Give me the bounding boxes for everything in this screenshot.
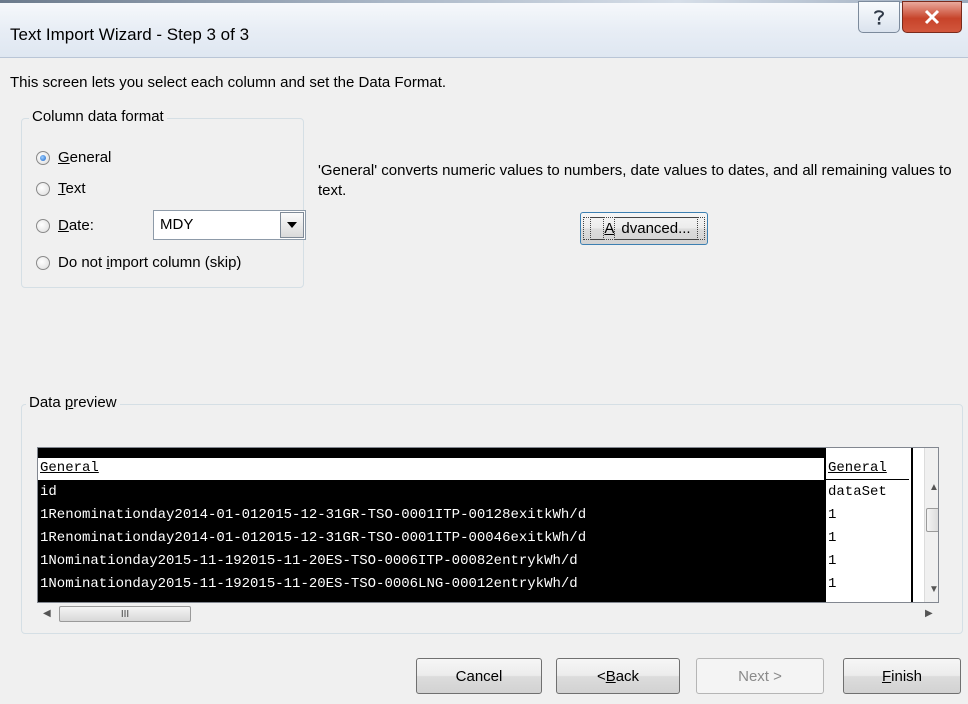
radio-text[interactable]: Text xyxy=(36,180,86,197)
column-3[interactable] xyxy=(911,448,923,602)
scroll-up-icon[interactable]: ▲ xyxy=(929,482,938,493)
data-preview-legend: Data preview xyxy=(26,394,120,411)
radio-general-label: General xyxy=(58,149,112,166)
column-data-format-group: Column data format General Text Date: MD… xyxy=(21,108,306,288)
radio-text-label: Text xyxy=(58,180,86,197)
cell: 1 xyxy=(828,553,837,569)
radio-general[interactable]: General xyxy=(36,149,111,166)
horizontal-scroll-thumb[interactable]: III xyxy=(59,606,191,622)
question-icon xyxy=(874,10,885,25)
vertical-scroll-thumb[interactable] xyxy=(926,508,938,532)
help-button[interactable] xyxy=(858,1,900,33)
radio-skip[interactable]: Do not import column (skip) xyxy=(36,254,241,271)
cell: 1 xyxy=(828,576,837,592)
cell: 1Renominationday2014-01-012015-12-31GR-T… xyxy=(40,507,587,523)
finish-button[interactable]: Finish xyxy=(843,658,961,694)
chevron-down-icon[interactable] xyxy=(280,212,304,238)
grip-icon: III xyxy=(120,608,130,620)
format-explanation: 'General' converts numeric values to num… xyxy=(318,162,952,199)
column-2-header[interactable]: General xyxy=(826,458,909,480)
vertical-scrollbar[interactable]: ▲ ▼ xyxy=(924,448,938,602)
radio-skip-button[interactable] xyxy=(36,255,50,270)
cell: 1 xyxy=(828,507,837,523)
cell: 1Nominationday2015-11-192015-11-20ES-TSO… xyxy=(40,553,578,569)
data-preview-group: Data preview General General id dataSet … xyxy=(21,394,963,634)
radio-skip-label: Do not import column (skip) xyxy=(58,254,242,271)
window-title: Text Import Wizard - Step 3 of 3 xyxy=(10,25,250,44)
advanced-button-label: Advanced... xyxy=(583,217,705,240)
radio-general-button[interactable] xyxy=(36,150,50,165)
scroll-left-icon[interactable]: ◀ xyxy=(43,608,51,619)
radio-text-button[interactable] xyxy=(36,181,50,196)
title-bar: Text Import Wizard - Step 3 of 3 xyxy=(0,0,968,58)
radio-date-label: Date: xyxy=(58,217,94,234)
cell: 1Nominationday2015-11-192015-11-20ES-TSO… xyxy=(40,576,578,592)
column-data-format-legend: Column data format xyxy=(29,108,167,125)
cell: 1 xyxy=(828,530,837,546)
date-format-select[interactable]: MDY xyxy=(153,210,306,240)
scroll-right-icon[interactable]: ▶ xyxy=(925,608,933,619)
advanced-button[interactable]: Advanced... xyxy=(580,212,708,245)
radio-date[interactable]: Date: xyxy=(36,217,94,234)
cell: 1Renominationday2014-01-012015-12-31GR-T… xyxy=(40,530,587,546)
cancel-button[interactable]: Cancel xyxy=(416,658,542,694)
wizard-description: This screen lets you select each column … xyxy=(10,74,447,91)
preview-grid[interactable]: General General id dataSet 1Renomination… xyxy=(37,447,939,603)
back-button[interactable]: < Back xyxy=(556,658,680,694)
cell: id xyxy=(40,484,57,500)
horizontal-scrollbar[interactable]: ◀ III ▶ xyxy=(37,604,939,624)
date-format-value: MDY xyxy=(160,216,194,233)
close-button[interactable] xyxy=(902,1,962,33)
scroll-down-icon[interactable]: ▼ xyxy=(929,584,938,595)
preview-grid-content: General General id dataSet 1Renomination… xyxy=(38,448,923,602)
column-1-header[interactable]: General xyxy=(38,458,824,480)
next-button[interactable]: Next > xyxy=(696,658,824,694)
close-x-icon xyxy=(924,9,940,25)
radio-date-button[interactable] xyxy=(36,218,50,233)
title-bar-accent xyxy=(0,0,968,3)
cell: dataSet xyxy=(828,484,887,500)
